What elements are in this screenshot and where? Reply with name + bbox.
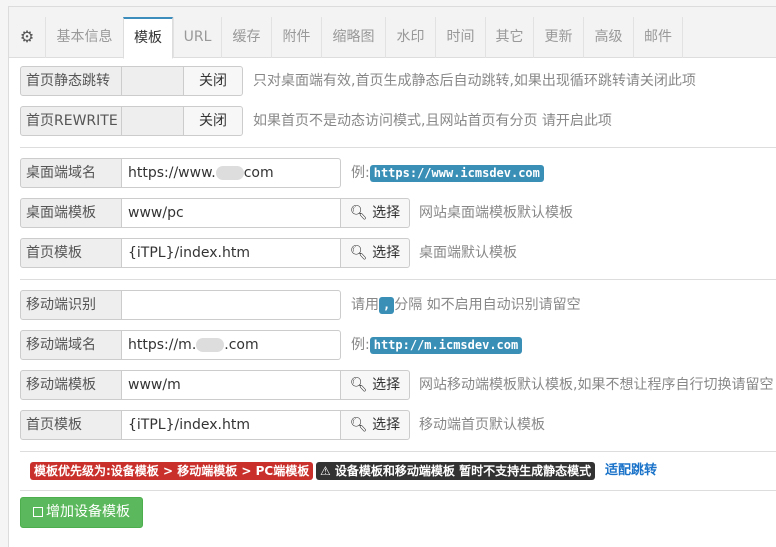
desktop-index-help: 桌面端默认模板 [419,245,517,261]
tab-mail[interactable]: 邮件 [633,17,683,58]
footer-divider [20,490,776,491]
redacted-mask [215,166,244,180]
warning-badge: ⚠ 设备模板和移动端模板 暂时不支持生成静态模式 [316,462,596,480]
mobile-detect-separator: , [379,297,395,314]
tab-cache[interactable]: 缓存 [221,17,271,58]
desktop-index-label: 首页模板 [20,238,122,268]
section-divider [20,451,776,452]
desktop-domain-value-prefix: https://www. [128,165,216,181]
rewrite-label: 首页REWRITE [20,106,122,136]
mobile-template-input[interactable]: www/m [121,370,341,400]
mobile-template-row: 移动端模板 www/m 🔍︎ 选择 网站移动端模板默认模板,如果不想让程序自行切… [20,370,776,400]
desktop-template-select-label: 选择 [372,205,401,221]
tab-update[interactable]: 更新 [533,17,583,58]
search-icon: 🔍︎ [349,377,368,393]
mobile-template-select-label: 选择 [372,377,401,393]
desktop-index-select-button[interactable]: 🔍︎ 选择 [340,238,410,268]
mobile-detect-help-suffix: 分隔 如不启用自动识别请留空 [394,297,581,313]
mobile-domain-row: 移动端域名 https://m. .com 例: http://m.icmsdev.… [20,330,776,360]
section-divider [20,147,776,148]
mobile-index-row: 首页模板 {iTPL}/index.htm 🔍︎ 选择 移动端首页默认模板 [20,410,776,440]
search-icon: 🔍︎ [349,245,368,261]
tab-time[interactable]: 时间 [435,17,485,58]
mobile-index-label: 首页模板 [20,410,122,440]
static-jump-help: 只对桌面端有效,首页生成静态后自动跳转,如果出现循环跳转请关闭此项 [253,73,696,89]
mobile-domain-value-suffix: .com [224,337,259,353]
rewrite-row: 首页REWRITE 关闭 如果首页不是动态访问模式,且网站首页有分页 请开启此项 [20,106,776,136]
mobile-index-select-label: 选择 [372,417,401,433]
mobile-domain-label: 移动端域名 [20,330,122,360]
desktop-index-select-label: 选择 [372,245,401,261]
desktop-template-label: 桌面端模板 [20,198,122,228]
mobile-detect-label: 移动端识别 [20,290,122,320]
tab-thumbnail[interactable]: 缩略图 [321,17,385,58]
mobile-detect-input[interactable] [121,290,341,320]
rewrite-help: 如果首页不是动态访问模式,且网站首页有分页 请开启此项 [253,113,612,129]
desktop-template-help: 网站桌面端模板默认模板 [419,205,573,221]
mobile-domain-value-prefix: https://m. [128,337,197,353]
static-jump-label: 首页静态跳转 [20,66,122,96]
mobile-index-help: 移动端首页默认模板 [419,417,545,433]
search-icon: 🔍︎ [349,417,368,433]
rewrite-toggle-off[interactable]: 关闭 [183,106,243,136]
static-jump-toggle-off[interactable]: 关闭 [183,66,243,96]
section-divider [20,279,776,280]
desktop-template-row: 桌面端模板 www/pc 🔍︎ 选择 网站桌面端模板默认模板 [20,198,776,228]
mobile-domain-example: http://m.icmsdev.com [369,337,523,354]
gear-icon[interactable]: ⚙ [9,17,45,58]
mobile-template-label: 移动端模板 [20,370,122,400]
tab-attachment[interactable]: 附件 [271,17,321,58]
adapt-jump-link[interactable]: 适配跳转 [605,462,657,480]
mobile-detect-help-prefix: 请用 [351,297,379,313]
desktop-template-input[interactable]: www/pc [121,198,341,228]
desktop-domain-example: https://www.icmsdev.com [369,165,544,182]
tab-bar: ⚙ 基本信息 模板 URL 缓存 附件 缩略图 水印 时间 其它 更新 高级 邮… [9,7,776,59]
desktop-index-row: 首页模板 {iTPL}/index.htm 🔍︎ 选择 桌面端默认模板 [20,238,776,268]
mobile-detect-row: 移动端识别 请用, 分隔 如不启用自动识别请留空 [20,290,776,320]
desktop-domain-input[interactable]: https://www. com [121,158,341,188]
mobile-index-input[interactable]: {iTPL}/index.htm [121,410,341,440]
rewrite-toggle-track[interactable] [122,106,184,136]
desktop-template-select-button[interactable]: 🔍︎ 选择 [340,198,410,228]
tab-advanced[interactable]: 高级 [583,17,633,58]
square-icon [33,507,43,517]
mobile-domain-help-prefix: 例: [351,337,370,353]
tab-basic-info[interactable]: 基本信息 [45,17,123,58]
mobile-detect-help: 请用, 分隔 如不启用自动识别请留空 [351,290,581,320]
tab-watermark[interactable]: 水印 [385,17,435,58]
desktop-domain-label: 桌面端域名 [20,158,122,188]
desktop-domain-row: 桌面端域名 https://www. com 例: https://www.icms… [20,158,776,188]
mobile-index-select-button[interactable]: 🔍︎ 选择 [340,410,410,440]
tab-template[interactable]: 模板 [123,17,173,59]
mobile-template-help: 网站移动端模板默认模板,如果不想让程序自行切换请留空 [419,377,774,393]
search-icon: 🔍︎ [349,205,368,221]
mobile-domain-help: 例: http://m.icmsdev.com [351,330,523,360]
desktop-domain-help-prefix: 例: [351,165,370,181]
tab-other[interactable]: 其它 [485,17,533,58]
static-jump-row: 首页静态跳转 关闭 只对桌面端有效,首页生成静态后自动跳转,如果出现循环跳转请关… [20,66,776,96]
mobile-domain-input[interactable]: https://m. .com [121,330,341,360]
static-jump-toggle-track[interactable] [122,66,184,96]
desktop-domain-value-suffix: com [243,165,274,181]
redacted-mask [196,338,225,352]
desktop-domain-help: 例: https://www.icmsdev.com [351,158,544,188]
mobile-template-select-button[interactable]: 🔍︎ 选择 [340,370,410,400]
desktop-index-input[interactable]: {iTPL}/index.htm [121,238,341,268]
priority-badge: 模板优先级为:设备模板 > 移动端模板 > PC端模板 [30,462,314,480]
tab-url[interactable]: URL [173,17,221,58]
add-device-template-button[interactable]: 增加设备模板 [20,497,143,528]
add-device-template-label: 增加设备模板 [46,504,130,520]
